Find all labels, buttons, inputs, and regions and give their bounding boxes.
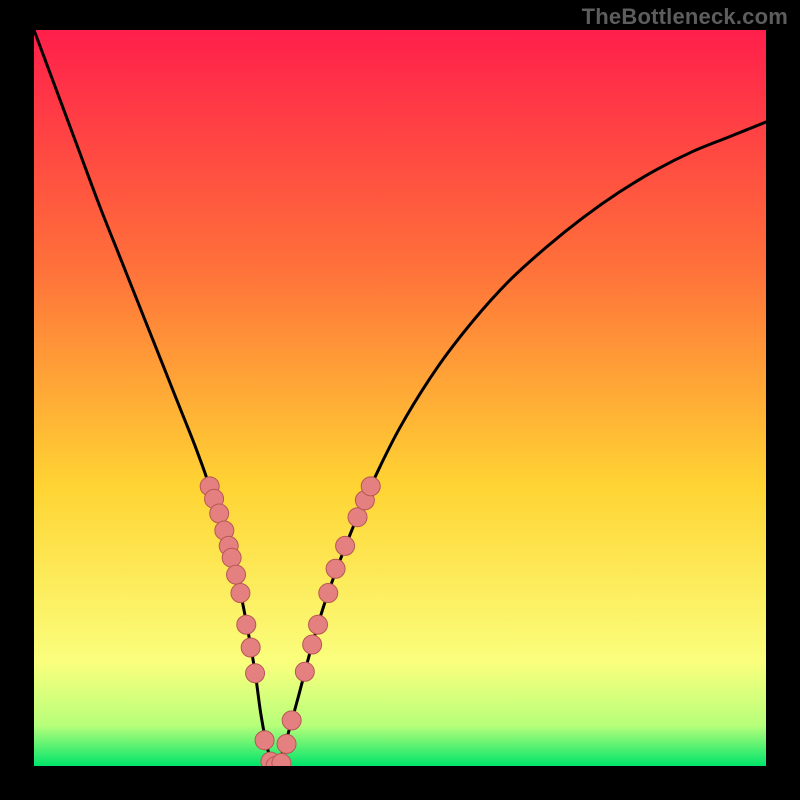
data-dot	[282, 711, 301, 730]
plot-background	[34, 30, 766, 766]
data-dot	[348, 508, 367, 527]
data-dot	[309, 615, 328, 634]
data-dot	[222, 548, 241, 567]
data-dot	[319, 584, 338, 603]
data-dot	[277, 734, 296, 753]
data-dot	[227, 565, 246, 584]
data-dot	[237, 615, 256, 634]
data-dot	[241, 638, 260, 657]
chart-container: TheBottleneck.com	[0, 0, 800, 800]
data-dot	[336, 536, 355, 555]
data-dot	[361, 477, 380, 496]
data-dot	[295, 662, 314, 681]
data-dot	[255, 731, 274, 750]
data-dot	[210, 504, 229, 523]
bottleneck-chart	[0, 0, 800, 800]
data-dot	[246, 664, 265, 683]
data-dot	[326, 559, 345, 578]
attribution-label: TheBottleneck.com	[582, 4, 788, 30]
data-dot	[231, 584, 250, 603]
data-dot	[303, 635, 322, 654]
